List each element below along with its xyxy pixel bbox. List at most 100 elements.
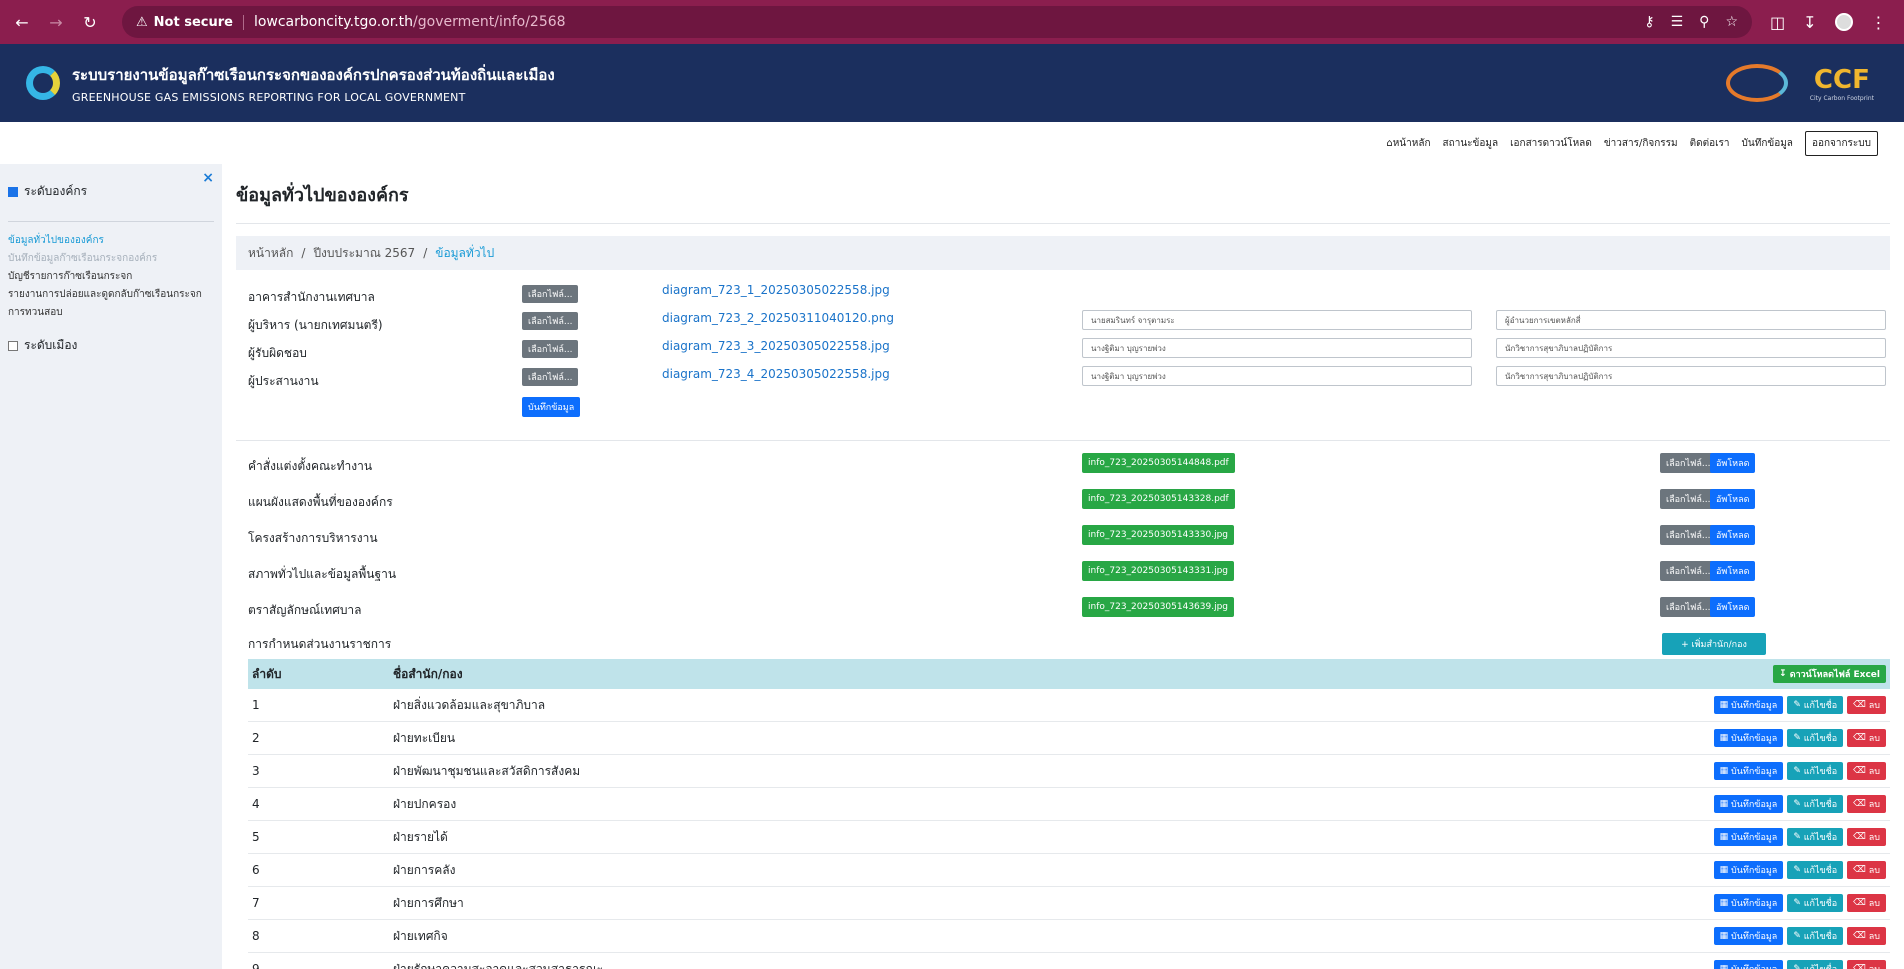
choose-file-button[interactable]: เลือกไฟล์...: [1660, 597, 1717, 617]
position-field[interactable]: ผู้อำนวยการเขตหลักสี่: [1496, 310, 1886, 330]
doc-file-badge[interactable]: info_723_20250305143639.jpg: [1082, 597, 1235, 617]
row-save-button[interactable]: ▦ บันทึกข้อมูล: [1713, 894, 1784, 912]
doc-file-badge[interactable]: info_723_20250305143331.jpg: [1082, 561, 1235, 581]
row-delete-button[interactable]: ⌫ ลบ: [1847, 696, 1886, 714]
choose-file-button[interactable]: เลือกไฟล์...: [522, 312, 579, 330]
file-link[interactable]: diagram_723_1_20250305022558.jpg: [662, 283, 890, 297]
choose-file-button[interactable]: เลือกไฟล์...: [1660, 453, 1717, 473]
row-name: ฝ่ายสิ่งแวดล้อมและสุขาภิบาล: [393, 697, 546, 712]
name-field[interactable]: นางฐิติมา บุญรายพ่วง: [1082, 338, 1472, 358]
row-delete-button[interactable]: ⌫ ลบ: [1847, 894, 1886, 912]
save-people-button[interactable]: บันทึกข้อมูล: [522, 397, 581, 417]
row-edit-button[interactable]: ✎ แก้ไขชื่อ: [1787, 828, 1844, 846]
extensions-icon[interactable]: ◫: [1770, 13, 1785, 32]
close-icon[interactable]: ×: [202, 170, 214, 186]
nav-downloads[interactable]: เอกสารดาวน์โหลด: [1510, 136, 1592, 151]
sidebar-item-record-ghg[interactable]: บันทึกข้อมูลก๊าซเรือนกระจกองค์กร: [8, 250, 214, 268]
breadcrumb-year[interactable]: ปีงบประมาณ 2567: [313, 244, 415, 263]
back-arrow-icon[interactable]: ←: [8, 8, 36, 36]
doc-file-badge[interactable]: info_723_20250305143328.pdf: [1082, 489, 1235, 509]
row-save-button[interactable]: ▦ บันทึกข้อมูล: [1713, 729, 1784, 747]
doc-file-badge[interactable]: info_723_20250305144848.pdf: [1082, 453, 1235, 473]
city-level-toggle[interactable]: ระดับเมือง: [8, 336, 214, 355]
file-link[interactable]: diagram_723_3_20250305022558.jpg: [662, 339, 890, 353]
nav-contact[interactable]: ติดต่อเรา: [1690, 136, 1730, 151]
name-field[interactable]: นางฐิติมา บุญรายพ่วง: [1082, 366, 1472, 386]
logout-button[interactable]: ออกจากระบบ: [1804, 130, 1878, 156]
nav-news[interactable]: ข่าวสาร/กิจกรรม: [1604, 136, 1678, 151]
zoom-icon[interactable]: ⚲: [1699, 14, 1709, 30]
person-label: ผู้บริหาร (นายกเทศมนตรี): [248, 318, 383, 332]
translate-icon[interactable]: ☰: [1671, 14, 1684, 30]
profile-avatar[interactable]: [1834, 13, 1853, 31]
forward-arrow-icon[interactable]: →: [42, 8, 70, 36]
reload-icon[interactable]: ↻: [76, 8, 104, 36]
row-save-button[interactable]: ▦ บันทึกข้อมูล: [1713, 828, 1784, 846]
row-edit-button[interactable]: ✎ แก้ไขชื่อ: [1787, 960, 1844, 969]
org-level-checkbox[interactable]: [8, 186, 18, 197]
breadcrumb-home[interactable]: หน้าหลัก: [248, 244, 293, 263]
upload-button[interactable]: อัพโหลด: [1710, 597, 1756, 617]
nav-status[interactable]: สถานะข้อมูล: [1443, 136, 1499, 151]
row-save-button[interactable]: ▦ บันทึกข้อมูล: [1713, 960, 1784, 969]
row-delete-button[interactable]: ⌫ ลบ: [1847, 762, 1886, 780]
download-excel-button[interactable]: ↧ ดาวน์โหลดไฟล์ Excel: [1773, 665, 1886, 683]
row-no: 4: [252, 797, 260, 811]
not-secure-badge[interactable]: ⚠ Not secure: [136, 14, 244, 30]
row-delete-button[interactable]: ⌫ ลบ: [1847, 795, 1886, 813]
sidebar-item-verification[interactable]: การทวนสอบ: [8, 304, 214, 322]
key-icon[interactable]: ⚷: [1644, 14, 1654, 30]
breadcrumb: หน้าหลัก / ปีงบประมาณ 2567 / ข้อมูลทั่วไ…: [236, 236, 1890, 270]
site-logo-icon[interactable]: [26, 66, 60, 100]
row-no: 1: [252, 698, 260, 712]
choose-file-button[interactable]: เลือกไฟล์...: [1660, 525, 1717, 545]
row-save-button[interactable]: ▦ บันทึกข้อมูล: [1713, 795, 1784, 813]
row-save-button[interactable]: ▦ บันทึกข้อมูล: [1713, 762, 1784, 780]
row-delete-button[interactable]: ⌫ ลบ: [1847, 729, 1886, 747]
row-save-button[interactable]: ▦ บันทึกข้อมูล: [1713, 696, 1784, 714]
row-edit-button[interactable]: ✎ แก้ไขชื่อ: [1787, 861, 1844, 879]
save-icon: ▦: [1719, 832, 1732, 842]
file-link[interactable]: diagram_723_4_20250305022558.jpg: [662, 367, 890, 381]
row-edit-button[interactable]: ✎ แก้ไขชื่อ: [1787, 894, 1844, 912]
row-save-button[interactable]: ▦ บันทึกข้อมูล: [1713, 927, 1784, 945]
choose-file-button[interactable]: เลือกไฟล์...: [1660, 489, 1717, 509]
sidebar-item-ghg-inventory[interactable]: บัญชีรายการก๊าซเรือนกระจก: [8, 268, 214, 286]
menu-icon[interactable]: ⋮: [1871, 13, 1887, 32]
choose-file-button[interactable]: เลือกไฟล์...: [522, 340, 579, 358]
row-edit-button[interactable]: ✎ แก้ไขชื่อ: [1787, 927, 1844, 945]
sidebar-item-emission-report[interactable]: รายงานการปล่อยและดูดกลับก๊าซเรือนกระจก: [8, 286, 214, 304]
edit-icon: ✎: [1793, 766, 1804, 776]
upload-button[interactable]: อัพโหลด: [1710, 525, 1756, 545]
choose-file-button[interactable]: เลือกไฟล์...: [522, 285, 579, 303]
choose-file-button[interactable]: เลือกไฟล์...: [1660, 561, 1717, 581]
position-field[interactable]: นักวิชาการสุขาภิบาลปฏิบัติการ: [1496, 338, 1886, 358]
row-edit-button[interactable]: ✎ แก้ไขชื่อ: [1787, 729, 1844, 747]
row-save-button[interactable]: ▦ บันทึกข้อมูล: [1713, 861, 1784, 879]
upload-button[interactable]: อัพโหลด: [1710, 453, 1756, 473]
row-edit-button[interactable]: ✎ แก้ไขชื่อ: [1787, 696, 1844, 714]
sidebar-item-general-info[interactable]: ข้อมูลทั่วไปขององค์กร: [8, 232, 214, 250]
upload-button[interactable]: อัพโหลด: [1710, 561, 1756, 581]
city-level-checkbox[interactable]: [8, 340, 18, 351]
row-delete-button[interactable]: ⌫ ลบ: [1847, 927, 1886, 945]
file-link[interactable]: diagram_723_2_20250311040120.png: [662, 311, 894, 325]
row-edit-button[interactable]: ✎ แก้ไขชื่อ: [1787, 762, 1844, 780]
choose-file-button[interactable]: เลือกไฟล์...: [522, 368, 579, 386]
doc-file-badge[interactable]: info_723_20250305143330.jpg: [1082, 525, 1235, 545]
address-bar[interactable]: ⚠ Not secure lowcarboncity.tgo.or.th/gove…: [122, 6, 1752, 38]
row-delete-button[interactable]: ⌫ ลบ: [1847, 861, 1886, 879]
row-edit-button[interactable]: ✎ แก้ไขชื่อ: [1787, 795, 1844, 813]
row-delete-button[interactable]: ⌫ ลบ: [1847, 960, 1886, 969]
edit-icon: ✎: [1793, 898, 1804, 908]
nav-record[interactable]: บันทึกข้อมูล: [1742, 136, 1793, 151]
org-level-toggle[interactable]: ระดับองค์กร: [8, 182, 214, 201]
add-unit-button[interactable]: + เพิ่มสำนัก/กอง: [1662, 633, 1766, 655]
row-delete-button[interactable]: ⌫ ลบ: [1847, 828, 1886, 846]
upload-button[interactable]: อัพโหลด: [1710, 489, 1756, 509]
star-icon[interactable]: ☆: [1725, 14, 1738, 30]
name-field[interactable]: นายสมรินทร์ จารุตามระ: [1082, 310, 1472, 330]
position-field[interactable]: นักวิชาการสุขาภิบาลปฏิบัติการ: [1496, 366, 1886, 386]
download-icon[interactable]: ↧: [1803, 13, 1816, 32]
nav-home[interactable]: ⌂หน้าหลัก: [1386, 136, 1430, 151]
